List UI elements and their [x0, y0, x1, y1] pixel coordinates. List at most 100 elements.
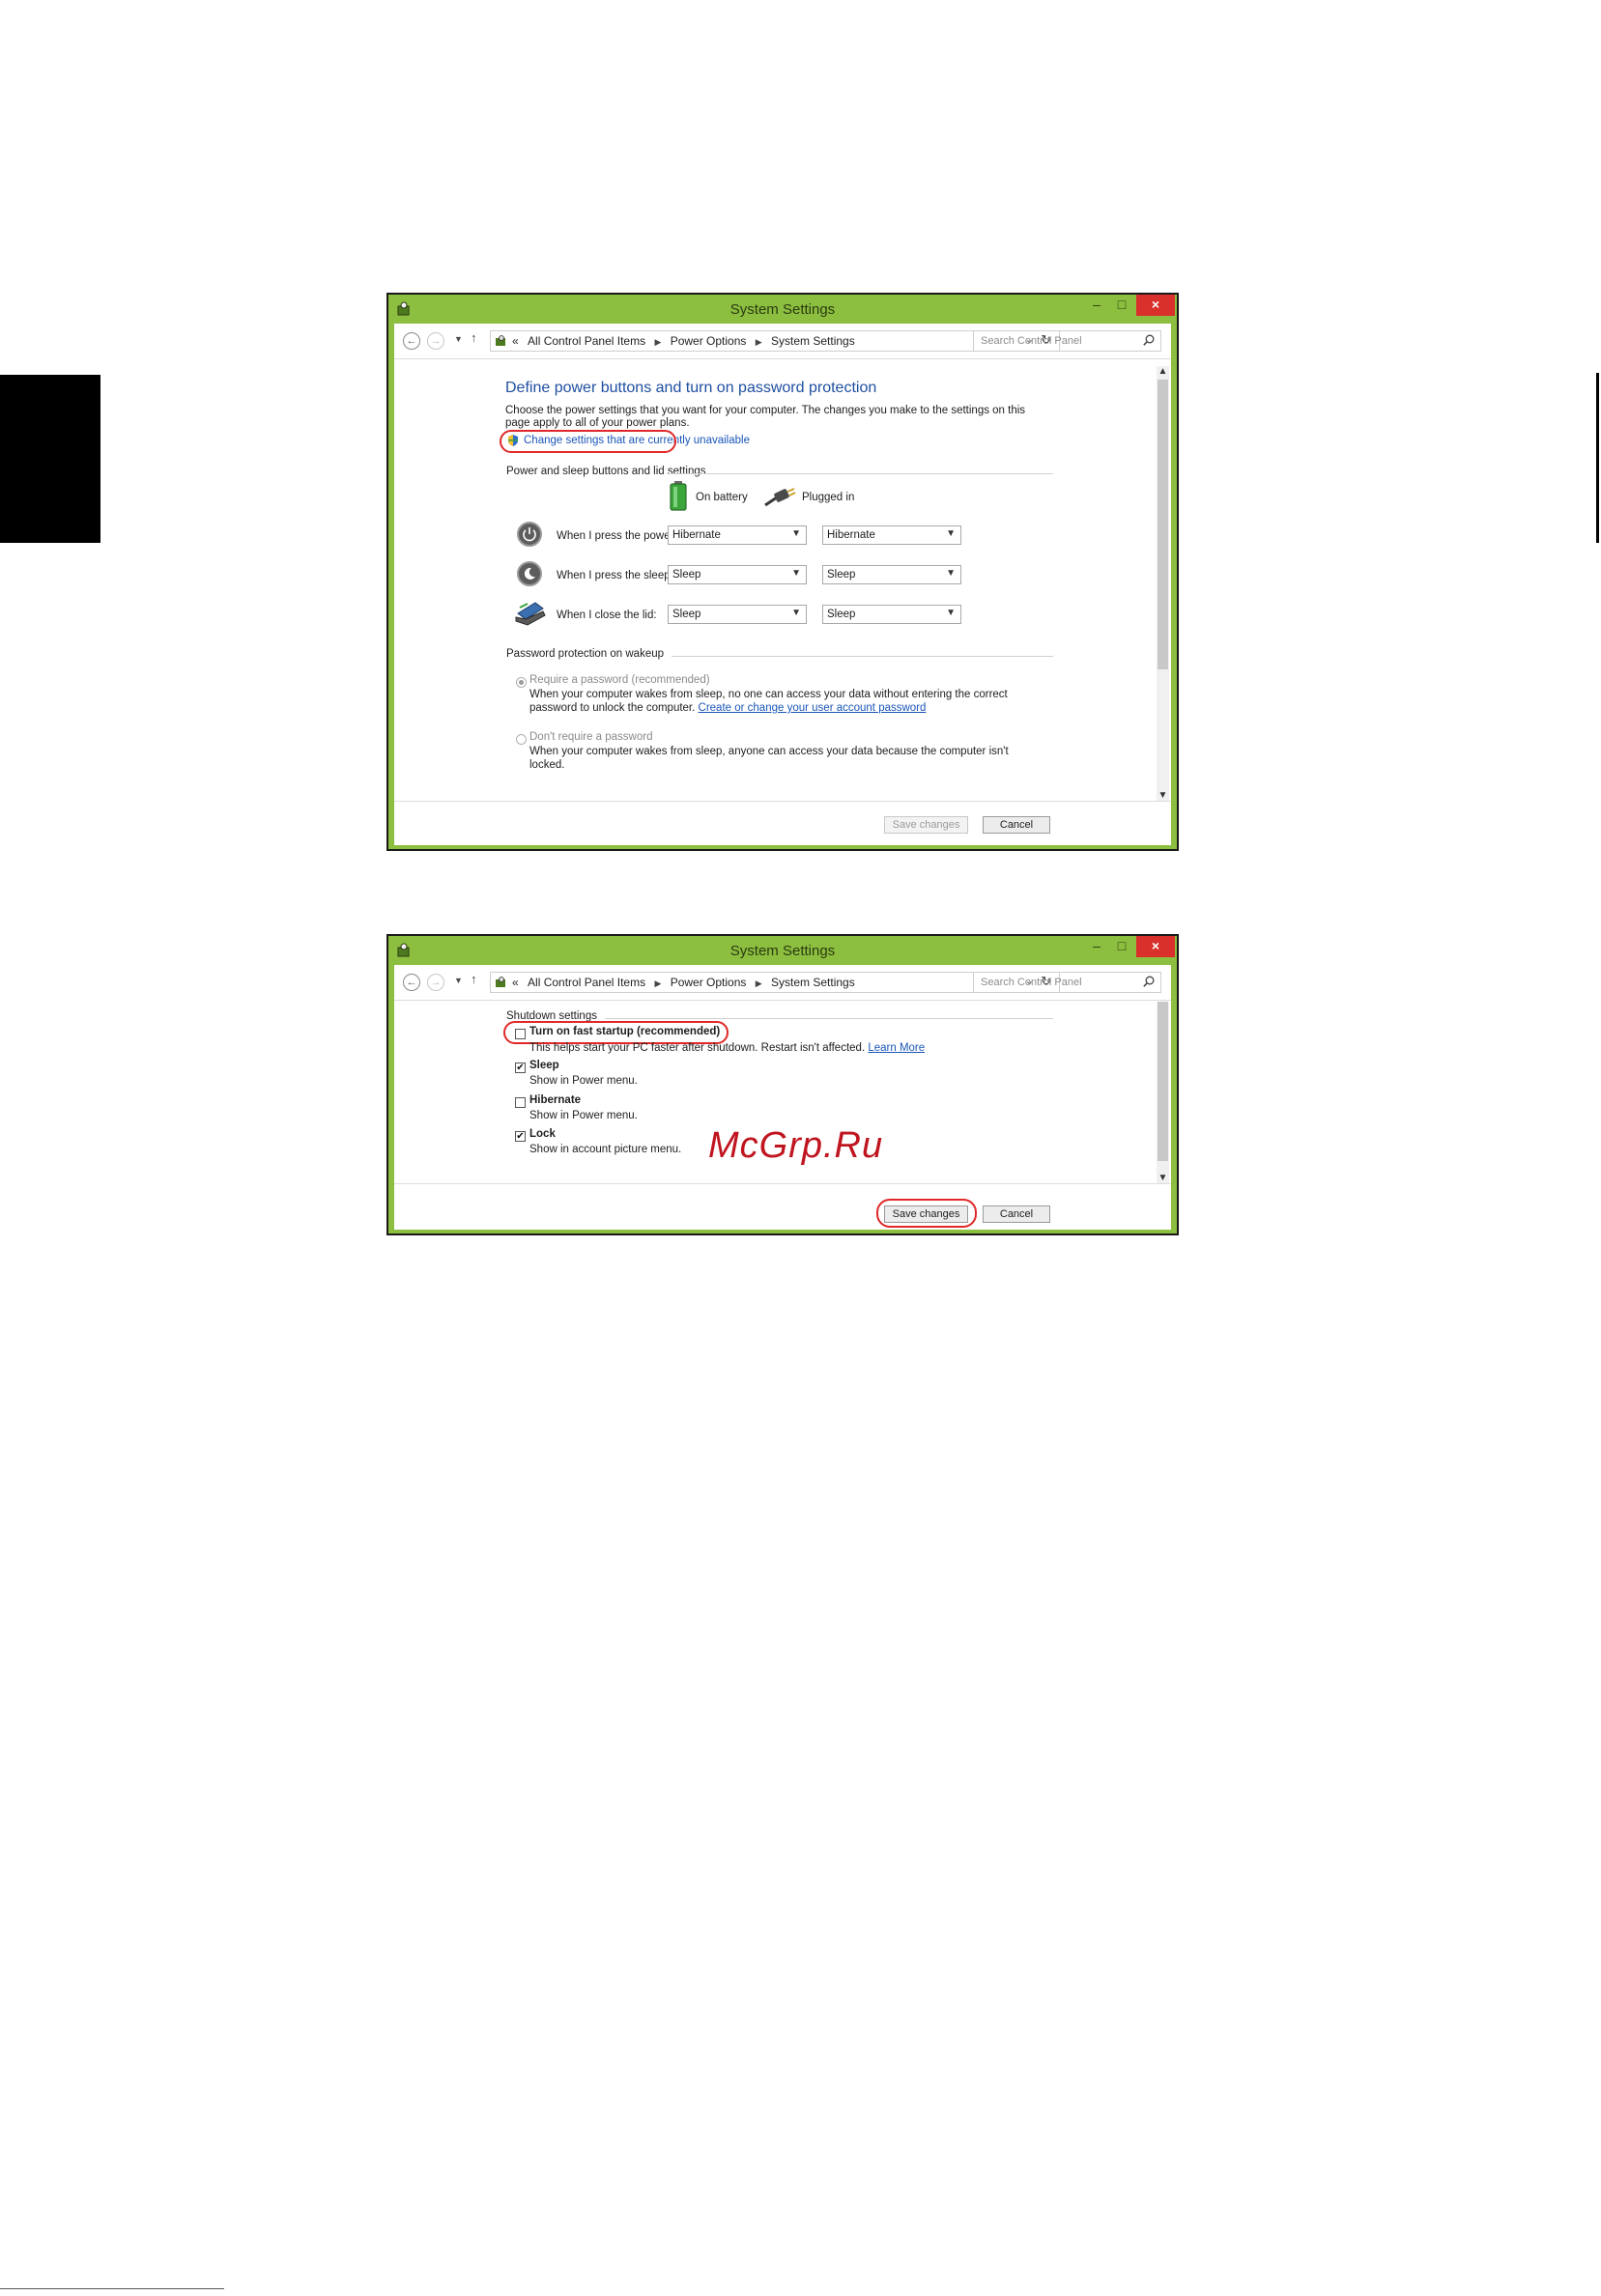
dropdown-arrow-icon: ▼ [791, 568, 801, 579]
require-password-desc-line-1: When your computer wakes from sleep, no … [529, 689, 1008, 700]
scrollbar-thumb[interactable] [1158, 1002, 1168, 1161]
power-button-icon [517, 522, 542, 547]
search-placeholder: Search Control Panel [981, 335, 1082, 347]
power-plug-icon [764, 488, 796, 507]
intro-text-line-2: page apply to all of your power plans. [505, 417, 690, 429]
select-value: Sleep [827, 609, 856, 620]
breadcrumb-all-control-panel-items[interactable]: All Control Panel Items [528, 976, 645, 989]
section-password-protection: Password protection on wakeup [506, 648, 665, 660]
recent-locations-chevron-icon[interactable]: ▼ [454, 334, 463, 344]
select-value: Hibernate [827, 529, 875, 541]
laptop-lid-icon [515, 602, 546, 626]
sleep-button-plugged-in-select[interactable]: Sleep ▼ [822, 565, 961, 584]
breadcrumb-separator-icon[interactable]: ▶ [756, 337, 762, 348]
vertical-scrollbar[interactable]: ▼ [1157, 1002, 1169, 1183]
system-settings-window-1: System Settings – □ × ← → ▼ ↑ « All Cont… [386, 293, 1179, 851]
forward-icon[interactable]: → [427, 332, 444, 350]
fast-startup-description: This helps start your PC faster after sh… [529, 1042, 866, 1054]
up-arrow-icon[interactable]: ↑ [471, 330, 477, 345]
control-panel-icon [496, 977, 505, 987]
control-panel-icon [496, 335, 505, 346]
sleep-description: Show in Power menu. [529, 1075, 638, 1087]
close-button[interactable]: × [1136, 936, 1175, 957]
scroll-up-icon[interactable]: ▲ [1157, 366, 1169, 377]
section-power-buttons: Power and sleep buttons and lid settings [506, 466, 706, 477]
maximize-button[interactable]: □ [1109, 295, 1134, 316]
learn-more-link[interactable]: Learn More [868, 1042, 925, 1054]
scrollbar-thumb[interactable] [1158, 380, 1168, 669]
breadcrumb-separator-icon[interactable]: ▶ [654, 978, 661, 989]
highlight-circle [876, 1199, 977, 1228]
sleep-button-on-battery-select[interactable]: Sleep ▼ [668, 565, 807, 584]
vertical-scrollbar[interactable]: ▲ ▼ [1157, 366, 1169, 801]
search-input[interactable]: Search Control Panel [973, 972, 1161, 993]
navigation-bar: ← → ▼ ↑ « All Control Panel Items ▶ Powe… [394, 965, 1171, 1001]
search-icon[interactable] [1142, 975, 1156, 988]
hibernate-label[interactable]: Hibernate [529, 1094, 581, 1106]
minimize-button[interactable]: – [1084, 295, 1109, 316]
breadcrumb-power-options[interactable]: Power Options [671, 976, 747, 989]
dropdown-arrow-icon: ▼ [791, 608, 801, 618]
sleep-label[interactable]: Sleep [529, 1060, 559, 1071]
footer-divider [394, 801, 1171, 802]
title-bar: System Settings – □ × [388, 295, 1177, 324]
create-password-link[interactable]: Create or change your user account passw… [699, 702, 927, 714]
black-side-tab [0, 375, 100, 543]
highlight-circle [500, 430, 676, 453]
select-value: Sleep [672, 569, 701, 581]
breadcrumb-power-options[interactable]: Power Options [671, 334, 747, 348]
footer-divider [394, 1183, 1171, 1184]
power-button-on-battery-select[interactable]: Hibernate ▼ [668, 525, 807, 545]
lock-description: Show in account picture menu. [529, 1144, 682, 1155]
dropdown-arrow-icon: ▼ [946, 608, 956, 618]
minimize-button[interactable]: – [1084, 936, 1109, 957]
sleep-button-icon [517, 561, 542, 586]
select-value: Sleep [672, 609, 701, 620]
save-changes-button[interactable]: Save changes [884, 816, 968, 834]
no-password-label[interactable]: Don't require a password [529, 731, 652, 743]
forward-icon[interactable]: → [427, 974, 444, 991]
recent-locations-chevron-icon[interactable]: ▼ [454, 976, 463, 985]
breadcrumb-prefix[interactable]: « [512, 976, 519, 989]
breadcrumb-system-settings[interactable]: System Settings [771, 334, 855, 348]
scroll-down-icon[interactable]: ▼ [1157, 790, 1169, 801]
select-value: Sleep [827, 569, 856, 581]
sleep-checkbox[interactable]: ✔ [515, 1063, 526, 1073]
search-placeholder: Search Control Panel [981, 977, 1082, 988]
require-password-radio[interactable] [516, 677, 527, 688]
no-password-desc-line-2: locked. [529, 759, 565, 771]
search-input[interactable]: Search Control Panel [973, 330, 1161, 352]
highlight-circle [503, 1021, 729, 1044]
power-button-plugged-in-select[interactable]: Hibernate ▼ [822, 525, 961, 545]
cancel-button[interactable]: Cancel [983, 1205, 1050, 1223]
cancel-button[interactable]: Cancel [983, 816, 1050, 834]
no-password-desc-line-1: When your computer wakes from sleep, any… [529, 746, 1009, 757]
breadcrumb-all-control-panel-items[interactable]: All Control Panel Items [528, 334, 645, 348]
lock-label[interactable]: Lock [529, 1128, 556, 1140]
battery-icon [670, 481, 687, 511]
intro-text-line-1: Choose the power settings that you want … [505, 405, 1026, 416]
breadcrumb-separator-icon[interactable]: ▶ [654, 337, 661, 348]
close-lid-on-battery-select[interactable]: Sleep ▼ [668, 605, 807, 624]
back-icon[interactable]: ← [403, 974, 420, 991]
watermark: McGrp.Ru [708, 1125, 884, 1166]
maximize-button[interactable]: □ [1109, 936, 1134, 957]
breadcrumb-prefix[interactable]: « [512, 334, 519, 348]
no-password-radio[interactable] [516, 734, 527, 745]
back-icon[interactable]: ← [403, 332, 420, 350]
scroll-down-icon[interactable]: ▼ [1157, 1173, 1169, 1183]
require-password-label[interactable]: Require a password (recommended) [529, 674, 710, 686]
row-label-close-lid: When I close the lid: [557, 609, 657, 621]
window-client-area: ← → ▼ ↑ « All Control Panel Items ▶ Powe… [394, 324, 1171, 845]
section-divider [605, 1018, 1053, 1019]
up-arrow-icon[interactable]: ↑ [471, 972, 477, 986]
footer-fragment [228, 2283, 250, 2293]
hibernate-checkbox[interactable] [515, 1097, 526, 1108]
lock-checkbox[interactable]: ✔ [515, 1131, 526, 1142]
footer-rule [0, 2288, 224, 2289]
breadcrumb-system-settings[interactable]: System Settings [771, 976, 855, 989]
close-button[interactable]: × [1136, 295, 1175, 316]
close-lid-plugged-in-select[interactable]: Sleep ▼ [822, 605, 961, 624]
breadcrumb-separator-icon[interactable]: ▶ [756, 978, 762, 989]
search-icon[interactable] [1142, 333, 1156, 347]
